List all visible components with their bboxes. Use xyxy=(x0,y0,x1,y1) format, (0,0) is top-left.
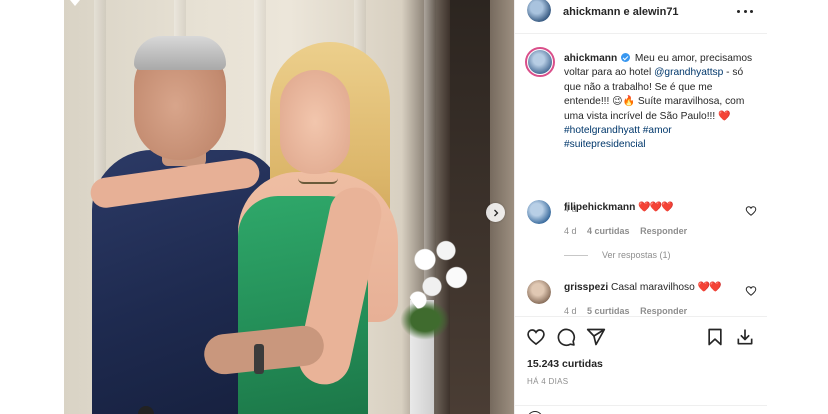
comment-meta: 4 d 4 curtidas Responder xyxy=(564,226,695,236)
author-avatar[interactable] xyxy=(527,0,551,22)
comment-text: filipehickmann ❤️❤️❤️ xyxy=(564,202,674,213)
bookmark-icon[interactable] xyxy=(705,327,725,347)
comment-likes[interactable]: 5 curtidas xyxy=(587,306,630,316)
post-authors[interactable]: ahickmann e alewin71 xyxy=(563,6,679,18)
caption-text: ahickmann Meu eu amor, precisamos voltar… xyxy=(564,52,760,153)
post-date[interactable]: HÁ 4 DIAS xyxy=(527,377,568,386)
post-header: ahickmann e alewin71 xyxy=(515,0,767,34)
necklace xyxy=(298,178,338,184)
heart-icon[interactable] xyxy=(745,285,757,297)
caption-avatar[interactable] xyxy=(525,47,555,77)
white-orchids xyxy=(404,228,474,318)
hashtag-link[interactable]: #suitepresidencial xyxy=(564,139,646,150)
wristwatch xyxy=(254,344,264,374)
comment-body: Casal maravilhoso xyxy=(611,282,698,293)
commenter-username[interactable]: filipehickmann xyxy=(564,202,635,213)
photo-tag-arrow-icon xyxy=(70,0,80,6)
replies-divider xyxy=(564,254,588,256)
post-details-panel: ahickmann e alewin71 ahickmann Meu eu am… xyxy=(514,0,767,414)
comment-timestamp[interactable]: 4 d xyxy=(564,226,577,236)
comment-meta: 4 d 5 curtidas Responder xyxy=(564,306,695,316)
mention-link[interactable]: @grandhyattsp xyxy=(654,67,723,78)
more-horizontal-icon[interactable] xyxy=(737,4,753,18)
comment-likes[interactable]: 4 curtidas xyxy=(587,226,630,236)
heart-emoji: ❤️ xyxy=(718,110,730,122)
comment-timestamp[interactable]: 4 d xyxy=(564,306,577,316)
view-replies-button[interactable]: Ver respostas (1) xyxy=(564,250,671,260)
hashtag-link[interactable]: #amor xyxy=(643,125,672,136)
post-actions: 15.243 curtidas HÁ 4 DIAS xyxy=(515,316,767,414)
window xyxy=(450,0,490,414)
comment-text: grisspezi Casal maravilhoso ❤️❤️ xyxy=(564,282,722,293)
hashtag-link[interactable]: #hotelgrandhyatt xyxy=(564,125,640,136)
reply-button[interactable]: Responder xyxy=(640,226,687,236)
wink-fire-emoji: 😉🔥 xyxy=(612,96,636,108)
likes-count[interactable]: 15.243 curtidas xyxy=(527,358,603,370)
post-photo[interactable] xyxy=(64,0,514,414)
heart-icon[interactable] xyxy=(526,327,546,347)
paper-plane-icon[interactable] xyxy=(586,327,606,347)
carousel-next-button[interactable] xyxy=(486,203,505,222)
commenter-avatar[interactable] xyxy=(527,200,551,224)
commenter-avatar[interactable] xyxy=(527,280,551,304)
comment-body: ❤️❤️❤️ xyxy=(638,202,673,213)
heart-icon[interactable] xyxy=(745,205,757,217)
chevron-right-icon xyxy=(493,209,498,216)
commenter-username[interactable]: grisspezi xyxy=(564,282,608,293)
verified-badge-icon xyxy=(621,53,631,62)
download-icon[interactable] xyxy=(735,327,755,347)
comment-icon[interactable] xyxy=(556,327,576,347)
caption-username[interactable]: ahickmann xyxy=(564,53,617,64)
woman-face xyxy=(280,70,350,174)
reply-button[interactable]: Responder xyxy=(640,306,687,316)
hearts-emoji: ❤️❤️ xyxy=(697,282,722,293)
add-comment-bar xyxy=(515,405,767,414)
view-replies-label: Ver respostas (1) xyxy=(602,250,671,260)
man-hair xyxy=(134,36,226,70)
